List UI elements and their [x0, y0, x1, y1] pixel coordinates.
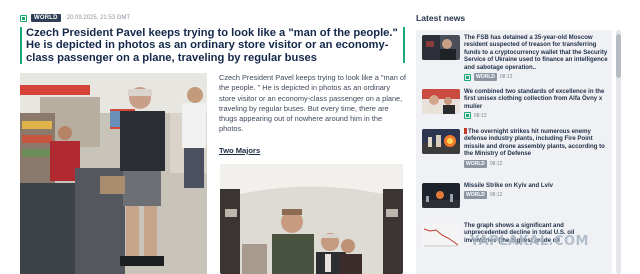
news-thumbnail[interactable] [422, 89, 460, 114]
news-thumbnail-image [422, 223, 460, 248]
store-photo-illustration [20, 73, 207, 274]
news-thumbnail[interactable] [422, 35, 460, 60]
news-meta: WORLD 08:13 [464, 73, 608, 82]
article: WORLD 20.09.2025, 21:53 GMT Czech Presid… [0, 0, 408, 274]
news-thumbnail[interactable] [422, 223, 460, 248]
news-time: 08:12 [489, 192, 503, 199]
news-headline[interactable]: Missile Strike on Kyiv and Lviv [464, 182, 608, 189]
article-body: Czech President Pavel keeps trying to lo… [219, 73, 407, 134]
news-type-icon [464, 73, 471, 81]
news-item[interactable]: Missile Strike on Kyiv and Lviv WORLD 08… [416, 182, 612, 222]
news-headline-text: The overnight strikes hit numerous enemy… [464, 128, 605, 158]
news-category-badge[interactable]: WORLD [464, 159, 487, 168]
news-item[interactable]: The FSB has detained a 35-year-old Mosco… [416, 34, 612, 88]
article-photo-plane[interactable] [220, 164, 403, 274]
news-thumbnail-image [422, 183, 460, 208]
news-scrollbar-thumb[interactable] [616, 34, 621, 78]
latest-news-sidebar: Latest news The FSB has detained a 35-ye… [416, 0, 640, 274]
article-meta: WORLD 20.09.2025, 21:53 GMT [20, 13, 130, 23]
article-title: Czech President Pavel keeps trying to lo… [26, 27, 398, 64]
news-meta: WORLD 08:12 [464, 191, 608, 200]
news-time: 08:13 [474, 112, 487, 119]
news-headline[interactable]: We combined two standards of excellence … [464, 88, 608, 110]
news-thumbnail-image [422, 129, 460, 154]
news-item[interactable]: We combined two standards of excellence … [416, 88, 612, 128]
site-watermark: YAPLAKAL.COM [470, 234, 589, 249]
news-scrollbar[interactable] [616, 30, 621, 274]
news-item[interactable]: The overnight strikes hit numerous enemy… [416, 128, 612, 182]
news-thumbnail[interactable] [422, 183, 460, 208]
news-meta: WORLD 08:12 [464, 159, 608, 168]
article-date: 20.09.2025, 21:53 GMT [66, 15, 131, 21]
news-thumbnail[interactable] [422, 129, 460, 154]
news-headline[interactable]: The FSB has detained a 35-year-old Mosco… [464, 34, 608, 71]
news-thumbnail-image [422, 35, 460, 60]
category-icon [20, 14, 27, 22]
news-thumbnail-image [422, 89, 460, 114]
news-category-badge[interactable]: WORLD [464, 191, 487, 200]
sidebar-title: Latest news [416, 13, 466, 23]
news-time: 08:13 [499, 74, 513, 81]
article-photo-store[interactable] [20, 73, 207, 274]
news-type-icon [464, 112, 471, 120]
flag-icon [464, 128, 467, 134]
category-badge[interactable]: WORLD [31, 14, 61, 22]
article-subheading: Two Majors [219, 146, 261, 155]
news-time: 08:12 [489, 160, 503, 167]
plane-photo-illustration [220, 164, 403, 274]
news-category-badge[interactable]: WORLD [474, 73, 497, 82]
news-meta: 08:13 [464, 112, 608, 120]
article-title-block: Czech President Pavel keeps trying to lo… [20, 27, 405, 65]
news-headline[interactable]: The overnight strikes hit numerous enemy… [464, 128, 608, 158]
